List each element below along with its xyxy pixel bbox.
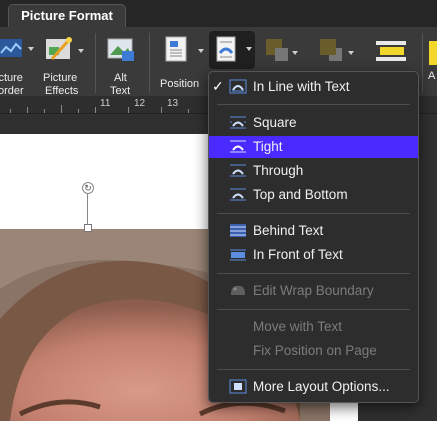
picture-effects-label-1: Picture — [43, 72, 78, 84]
position-label: Position — [160, 78, 200, 90]
ruler-number: 13 — [167, 98, 179, 109]
send-backward-icon — [320, 39, 342, 61]
menu-item-edit-wrap-boundary: Edit Wrap Boundary — [209, 280, 418, 302]
menu-item-label: Square — [253, 115, 297, 130]
position-button[interactable]: Position — [156, 35, 206, 99]
menu-separator — [217, 369, 410, 370]
edit-boundary-icon — [231, 285, 245, 295]
bring-forward-button[interactable] — [262, 35, 298, 73]
in-front-text-icon — [230, 249, 246, 261]
alt-text-button[interactable]: Alt Text — [103, 35, 139, 99]
ruler-tick — [78, 109, 79, 113]
chevron-down-icon[interactable] — [78, 49, 84, 53]
tab-picture-format[interactable]: Picture Format — [8, 4, 126, 27]
picture-border-icon — [0, 39, 22, 57]
ruler-tick — [61, 105, 62, 113]
square-wrap-icon — [230, 116, 246, 129]
ruler-tick — [10, 109, 11, 113]
chevron-down-icon[interactable] — [28, 47, 34, 51]
ribbon-tab-bar: Picture Format — [0, 0, 437, 27]
picture-border-button[interactable]: icture order — [0, 35, 30, 99]
menu-item-label: Fix Position on Page — [253, 343, 377, 358]
menu-item-tight[interactable]: Tight — [209, 136, 418, 158]
chevron-down-icon[interactable] — [198, 49, 204, 53]
ribbon-separator — [422, 33, 423, 93]
picture-effects-button[interactable]: Picture Effects — [40, 35, 86, 99]
picture-effects-icon — [46, 37, 72, 60]
menu-item-label: Move with Text — [253, 319, 343, 334]
send-backward-button[interactable] — [316, 35, 356, 73]
behind-text-icon — [230, 224, 246, 237]
menu-separator — [217, 309, 410, 310]
ruler-tick — [128, 107, 129, 113]
menu-item-square[interactable]: Square — [209, 112, 418, 134]
layout-options-icon — [229, 379, 247, 394]
ruler-tick — [27, 107, 28, 113]
menu-item-behind-text[interactable]: Behind Text — [209, 220, 418, 242]
align-icon[interactable] — [427, 39, 437, 67]
selection-pane-icon — [376, 41, 406, 61]
chevron-down-icon[interactable] — [348, 51, 354, 55]
ribbon-separator — [95, 33, 96, 93]
selection-pane-button[interactable] — [374, 35, 414, 73]
chevron-down-icon[interactable] — [246, 47, 252, 51]
menu-item-label: More Layout Options... — [253, 379, 390, 394]
ruler-tick — [44, 109, 45, 113]
ribbon-separator — [149, 33, 150, 93]
menu-item-label: In Line with Text — [253, 79, 350, 94]
menu-item-label: Through — [253, 163, 304, 178]
top-bottom-wrap-icon — [230, 188, 246, 201]
wrap-text-icon — [216, 36, 236, 62]
ruler-tick — [95, 107, 96, 113]
rotate-handle-stem — [87, 194, 88, 224]
menu-item-fix-position-on-page: Fix Position on Page — [209, 340, 418, 362]
menu-separator — [217, 213, 410, 214]
chevron-down-icon[interactable] — [292, 51, 298, 55]
menu-item-label: In Front of Text — [253, 247, 343, 262]
menu-item-label: Behind Text — [253, 223, 324, 238]
wrap-text-menu: ✓ In Line with Text Square Tight Through… — [208, 71, 419, 403]
menu-item-label: Edit Wrap Boundary — [253, 283, 374, 298]
menu-item-top-and-bottom[interactable]: Top and Bottom — [209, 184, 418, 206]
wrap-text-button[interactable] — [209, 31, 255, 69]
bring-forward-icon — [266, 39, 288, 61]
menu-item-through[interactable]: Through — [209, 160, 418, 182]
rotate-handle-icon[interactable]: ↻ — [82, 182, 94, 194]
align-label-cut: A — [428, 70, 436, 82]
menu-item-in-line-with-text[interactable]: ✓ In Line with Text — [209, 76, 418, 98]
menu-separator — [217, 273, 410, 274]
menu-item-in-front-of-text[interactable]: In Front of Text — [209, 244, 418, 266]
menu-item-label: Top and Bottom — [253, 187, 348, 202]
position-icon — [165, 36, 187, 62]
menu-item-more-layout-options[interactable]: More Layout Options... — [209, 376, 418, 398]
ruler-tick — [188, 109, 189, 113]
menu-item-move-with-text: Move with Text — [209, 316, 418, 338]
menu-separator — [217, 104, 410, 105]
inline-wrap-icon — [229, 79, 247, 94]
resize-handle-top[interactable] — [84, 224, 92, 232]
through-wrap-icon — [230, 164, 246, 177]
alt-text-label-1: Alt — [114, 72, 127, 84]
picture-border-label-1: icture — [0, 72, 23, 84]
menu-item-label: Tight — [253, 139, 283, 154]
ruler-number: 11 — [100, 98, 111, 109]
ruler-tick — [161, 107, 162, 113]
tight-wrap-icon — [230, 140, 246, 153]
ruler-number: 12 — [134, 98, 146, 109]
checkmark-icon: ✓ — [212, 78, 224, 94]
alt-text-icon — [107, 38, 134, 61]
